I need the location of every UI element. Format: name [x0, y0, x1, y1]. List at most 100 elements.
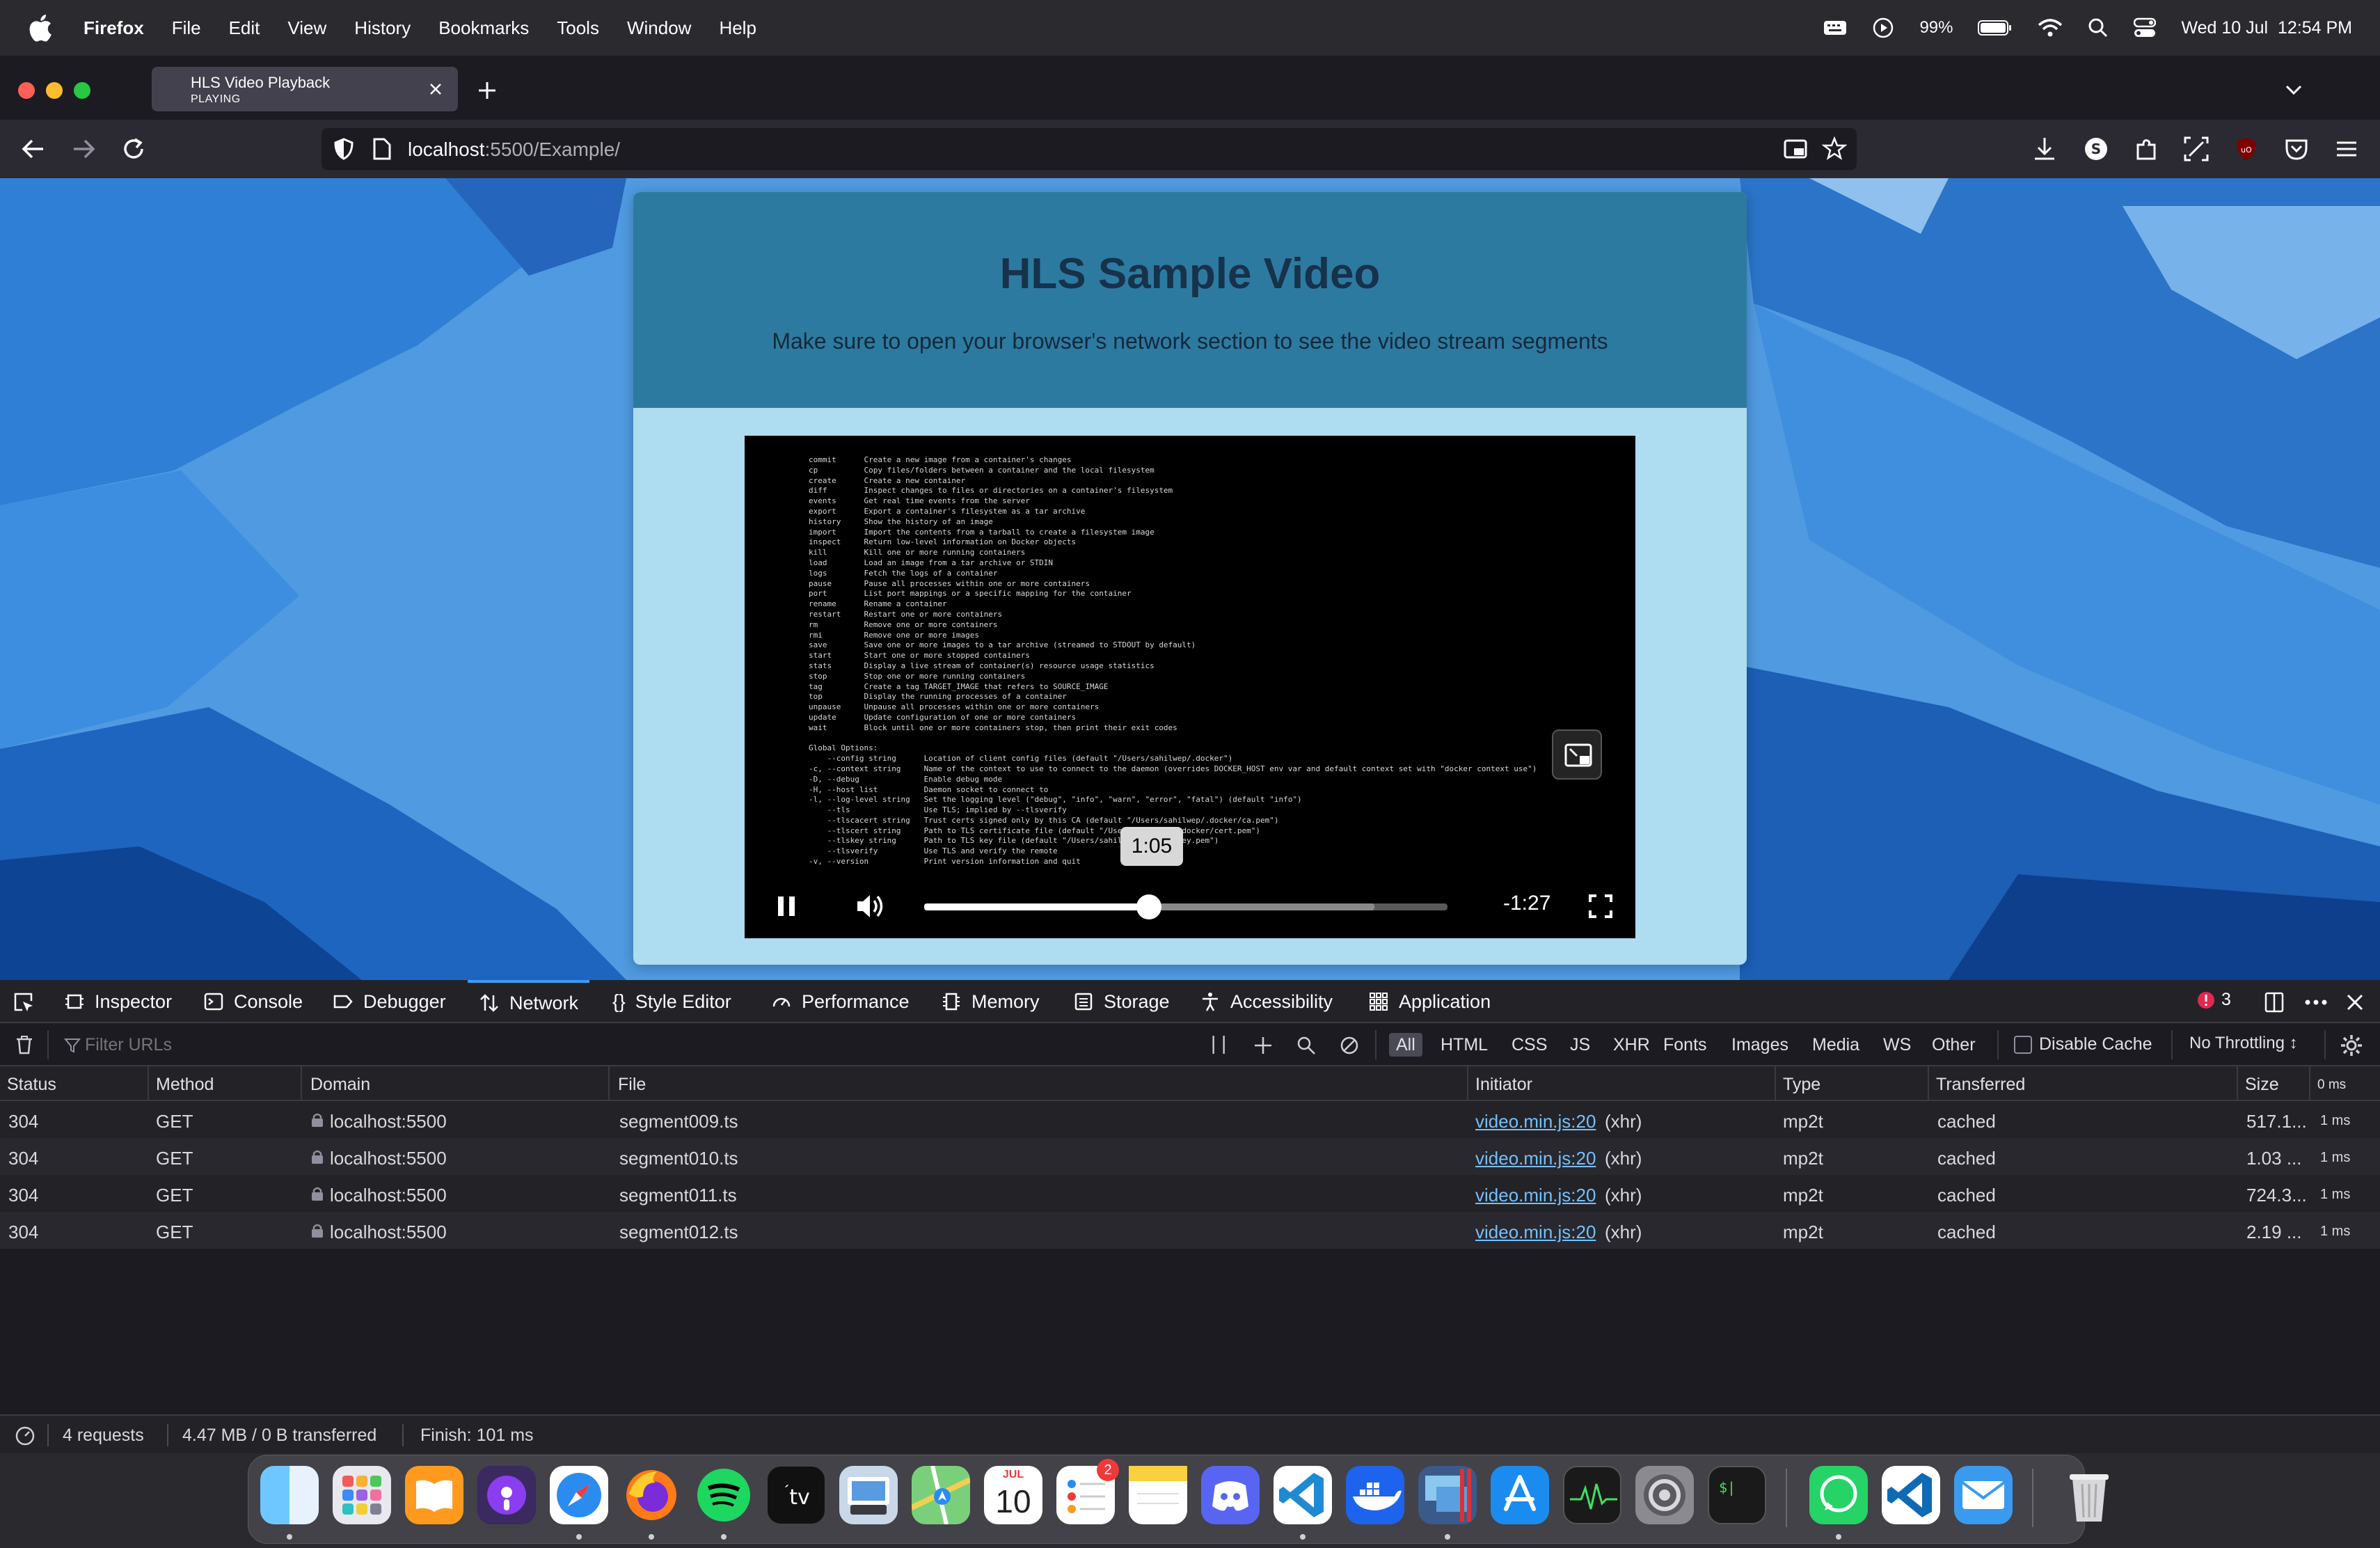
- apple-menu-icon[interactable]: [25, 11, 58, 45]
- tab-application[interactable]: Application: [1368, 980, 1491, 1023]
- tab-inspector[interactable]: Inspector: [64, 980, 172, 1023]
- menu-file[interactable]: File: [172, 17, 201, 39]
- menu-window[interactable]: Window: [627, 17, 691, 39]
- finder-icon[interactable]: [260, 1466, 319, 1524]
- filter-urls-input[interactable]: [85, 1032, 502, 1058]
- filter-css[interactable]: CSS: [1505, 1033, 1554, 1057]
- url-text[interactable]: localhost:5500/Example/: [408, 139, 620, 161]
- discord-icon[interactable]: [1201, 1466, 1260, 1524]
- reload-icon[interactable]: [118, 134, 149, 164]
- launchpad-icon[interactable]: [333, 1466, 391, 1524]
- column-initiator[interactable]: Initiator: [1475, 1075, 1532, 1095]
- back-icon[interactable]: [18, 134, 49, 164]
- close-tab-icon[interactable]: [423, 77, 448, 102]
- maps-icon[interactable]: [910, 1465, 971, 1525]
- podcasts-icon[interactable]: [477, 1466, 536, 1524]
- tab-memory[interactable]: Memory: [941, 980, 1040, 1023]
- browser-tab[interactable]: HLS Video Playback PLAYING: [152, 67, 458, 111]
- activity-monitor-icon[interactable]: [1563, 1466, 1621, 1524]
- preview-icon[interactable]: [839, 1466, 898, 1524]
- column-domain[interactable]: Domain: [310, 1075, 370, 1095]
- account-extension-icon[interactable]: S: [2082, 135, 2110, 163]
- battery-icon[interactable]: [1978, 19, 2013, 36]
- column-file[interactable]: File: [618, 1075, 646, 1095]
- control-center-icon[interactable]: [2134, 17, 2157, 38]
- tab-style-editor[interactable]: {} Style Editor: [612, 980, 731, 1023]
- filter-other[interactable]: Other: [1925, 1033, 1983, 1057]
- filter-all[interactable]: All: [1389, 1033, 1422, 1057]
- filter-ws[interactable]: WS: [1876, 1033, 1918, 1057]
- wifi-icon[interactable]: [2038, 18, 2063, 38]
- filter-xhr[interactable]: XHR: [1606, 1033, 1657, 1057]
- add-request-blocking-icon[interactable]: [1253, 1035, 1274, 1056]
- notes-icon[interactable]: [1129, 1466, 1187, 1524]
- ublock-origin-icon[interactable]: uO: [2232, 135, 2260, 163]
- row-initiator-link[interactable]: video.min.js:20: [1475, 1222, 1596, 1243]
- disable-cache-label[interactable]: Disable Cache: [2039, 1034, 2152, 1055]
- docker-icon[interactable]: [1346, 1466, 1404, 1524]
- bookmark-star-icon[interactable]: [1822, 136, 1847, 161]
- column-method[interactable]: Method: [156, 1075, 214, 1095]
- new-tab-icon[interactable]: [473, 77, 501, 104]
- performance-analysis-icon[interactable]: [14, 1425, 36, 1447]
- page-info-icon[interactable]: [369, 136, 394, 161]
- row-initiator-link[interactable]: video.min.js:20: [1475, 1185, 1596, 1206]
- filter-html[interactable]: HTML: [1434, 1033, 1495, 1057]
- reminders-icon[interactable]: 2: [1056, 1459, 1119, 1524]
- app-store-icon[interactable]: [1491, 1466, 1549, 1524]
- filter-images[interactable]: Images: [1724, 1033, 1795, 1057]
- disable-cache-checkbox[interactable]: [2014, 1036, 2032, 1054]
- table-row[interactable]: 304 GET localhost:5500 segment009.ts vid…: [0, 1101, 2380, 1138]
- firefox-icon[interactable]: [622, 1466, 681, 1524]
- network-settings-gear-icon[interactable]: [2340, 1034, 2363, 1057]
- spotify-icon[interactable]: [695, 1466, 753, 1524]
- volume-icon[interactable]: [855, 891, 888, 922]
- filter-media[interactable]: Media: [1805, 1033, 1866, 1057]
- tab-performance[interactable]: Performance: [771, 980, 910, 1023]
- menu-bookmarks[interactable]: Bookmarks: [438, 17, 529, 39]
- menu-view[interactable]: View: [287, 17, 326, 39]
- video-player[interactable]: commit Create a new image from a contain…: [745, 436, 1635, 938]
- row-initiator-link[interactable]: video.min.js:20: [1475, 1148, 1596, 1169]
- tab-console[interactable]: Console: [203, 980, 303, 1023]
- column-waterfall[interactable]: 0 ms: [2317, 1077, 2346, 1093]
- trash-icon[interactable]: [2060, 1466, 2118, 1524]
- throttling-select[interactable]: No Throttling ↕: [2189, 1034, 2298, 1053]
- vscode-icon[interactable]: [1274, 1466, 1332, 1524]
- devtools-more-options-icon[interactable]: [2302, 991, 2330, 1013]
- screen-sharing-icon[interactable]: [1418, 1466, 1477, 1524]
- system-settings-icon[interactable]: [1635, 1466, 1694, 1524]
- safari-icon[interactable]: [550, 1466, 608, 1524]
- error-count-badge[interactable]: 3: [2196, 990, 2231, 1010]
- apple-tv-icon[interactable]: tv: [767, 1466, 825, 1524]
- column-size[interactable]: Size: [2245, 1075, 2279, 1095]
- table-row[interactable]: 304 GET localhost:5500 segment010.ts vid…: [0, 1138, 2380, 1175]
- app-menu-hamburger-icon[interactable]: [2333, 135, 2361, 163]
- menu-clock[interactable]: Wed 10 Jul 12:54 PM: [2181, 18, 2352, 38]
- search-requests-icon[interactable]: [1296, 1035, 1317, 1056]
- now-playing-icon[interactable]: [1872, 17, 1894, 39]
- menu-help[interactable]: Help: [719, 17, 756, 39]
- picture-in-picture-url-icon[interactable]: [1783, 136, 1808, 161]
- url-bar[interactable]: localhost:5500/Example/: [322, 128, 1857, 170]
- column-status[interactable]: Status: [7, 1075, 56, 1095]
- downloads-icon[interactable]: [2031, 135, 2058, 163]
- window-zoom-button[interactable]: [74, 82, 90, 99]
- element-picker-icon[interactable]: [13, 991, 35, 1013]
- column-type[interactable]: Type: [1783, 1075, 1820, 1095]
- window-close-button[interactable]: [18, 82, 35, 99]
- mail-icon[interactable]: [1954, 1466, 2013, 1524]
- pocket-icon[interactable]: [2283, 135, 2310, 163]
- menu-history[interactable]: History: [354, 17, 411, 39]
- vscode-insiders-icon[interactable]: [1882, 1466, 1940, 1524]
- pause-recording-icon[interactable]: | |: [1211, 1032, 1226, 1055]
- tracking-protection-shield-icon[interactable]: [331, 136, 356, 161]
- whatsapp-icon[interactable]: [1809, 1466, 1868, 1524]
- filter-js[interactable]: JS: [1563, 1033, 1597, 1057]
- column-transferred[interactable]: Transferred: [1936, 1075, 2025, 1095]
- menu-app-firefox[interactable]: Firefox: [84, 17, 144, 39]
- tab-debugger[interactable]: Debugger: [333, 980, 446, 1023]
- extensions-puzzle-icon[interactable]: [2132, 135, 2160, 163]
- menu-tools[interactable]: Tools: [557, 17, 599, 39]
- forward-icon[interactable]: [68, 134, 99, 164]
